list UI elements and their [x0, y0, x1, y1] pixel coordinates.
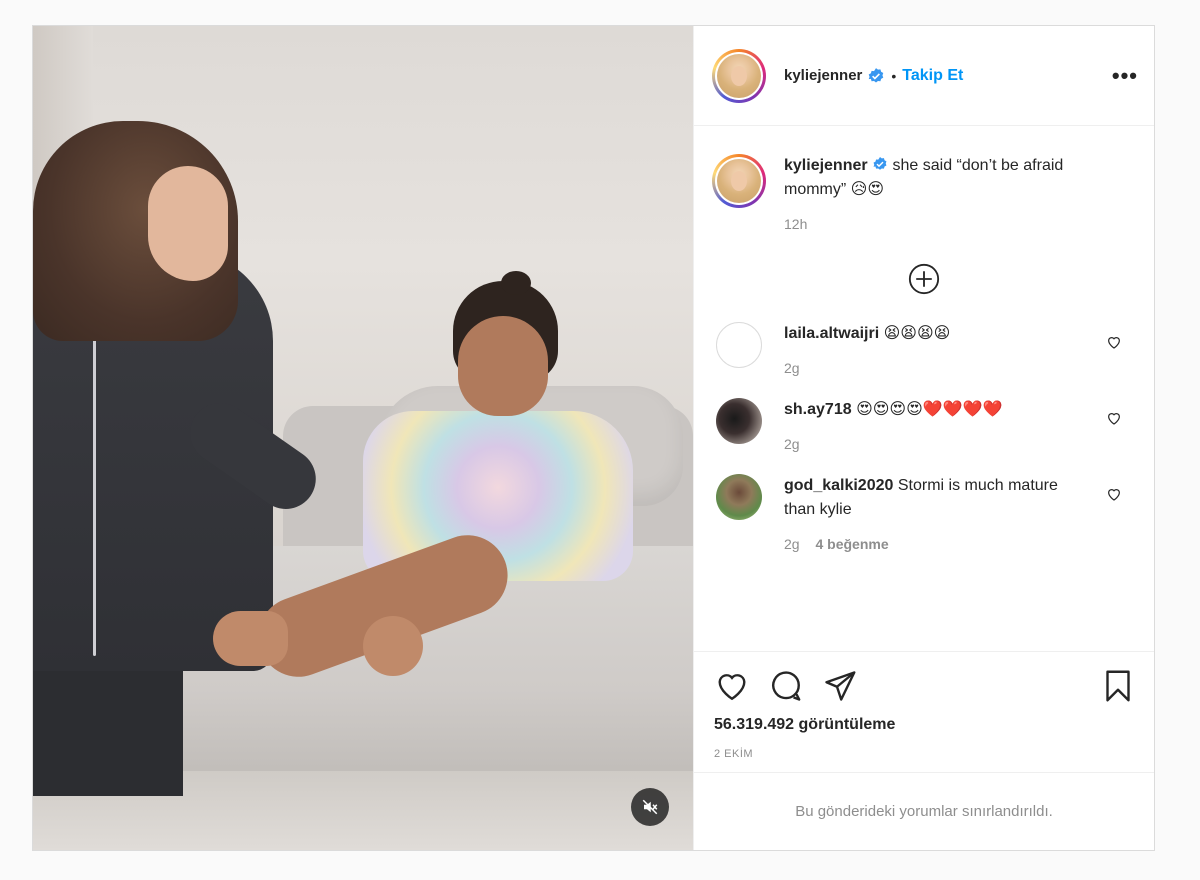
comment-item: laila.altwaijri 😫😫😫😫 2g	[712, 322, 1136, 376]
instagram-post: kyliejenner • Takip Et ••• kyliejenner s…	[32, 25, 1155, 851]
send-icon[interactable]	[822, 668, 858, 704]
plus-circle-icon	[908, 263, 940, 295]
mute-button[interactable]	[631, 788, 669, 826]
verified-badge-icon	[869, 67, 884, 83]
separator-dot: •	[891, 67, 897, 84]
view-count[interactable]: 56.319.492 görüntüleme	[714, 716, 1136, 734]
comments-list[interactable]: kyliejenner she said “don’t be afraid mo…	[694, 126, 1154, 651]
comment-icon[interactable]	[768, 668, 804, 704]
post-caption: kyliejenner she said “don’t be afraid mo…	[712, 126, 1136, 232]
comment-avatar[interactable]	[716, 322, 762, 368]
comments-restricted-notice: Bu gönderideki yorumlar sınırlandırıldı.	[694, 772, 1154, 850]
comment-avatar[interactable]	[716, 398, 762, 444]
comment-time: 2g	[784, 536, 800, 552]
verified-badge-icon	[873, 157, 887, 170]
comment-like-icon[interactable]	[1106, 486, 1122, 502]
post-video[interactable]	[33, 26, 693, 850]
comment-item: god_kalki2020 Stormi is much mature than…	[712, 474, 1136, 552]
comment-like-icon[interactable]	[1106, 334, 1122, 350]
comment-likes-count[interactable]: 4 beğenme	[815, 536, 888, 552]
comment-username[interactable]: laila.altwaijri	[784, 325, 879, 342]
comment-text: 😍😍😍😍❤️❤️❤️❤️	[856, 401, 1003, 418]
heart-icon[interactable]	[714, 668, 750, 704]
bookmark-icon[interactable]	[1100, 668, 1136, 704]
avatar[interactable]	[712, 48, 766, 103]
comment-username[interactable]: god_kalki2020	[784, 477, 893, 494]
post-date: 2 EKİM	[714, 748, 754, 760]
comment-text: 😫😫😫😫	[883, 325, 951, 342]
post-header: kyliejenner • Takip Et •••	[694, 26, 1154, 126]
comment-username[interactable]: sh.ay718	[784, 401, 852, 418]
follow-button[interactable]: Takip Et	[902, 67, 963, 85]
author-username[interactable]: kyliejenner	[784, 67, 862, 84]
caption-time: 12h	[784, 216, 808, 232]
comment-time: 2g	[784, 436, 800, 452]
post-side-panel: kyliejenner • Takip Et ••• kyliejenner s…	[693, 26, 1154, 850]
comment-avatar[interactable]	[716, 474, 762, 520]
caption-username[interactable]: kyliejenner	[784, 157, 868, 174]
comment-time: 2g	[784, 360, 800, 376]
load-more-comments[interactable]	[712, 262, 1136, 296]
comment-like-icon[interactable]	[1106, 410, 1122, 426]
more-options-icon[interactable]: •••	[1112, 64, 1138, 87]
comment-item: sh.ay718 😍😍😍😍❤️❤️❤️❤️ 2g	[712, 398, 1136, 452]
speaker-muted-icon	[642, 799, 658, 815]
caption-avatar[interactable]	[712, 154, 766, 208]
